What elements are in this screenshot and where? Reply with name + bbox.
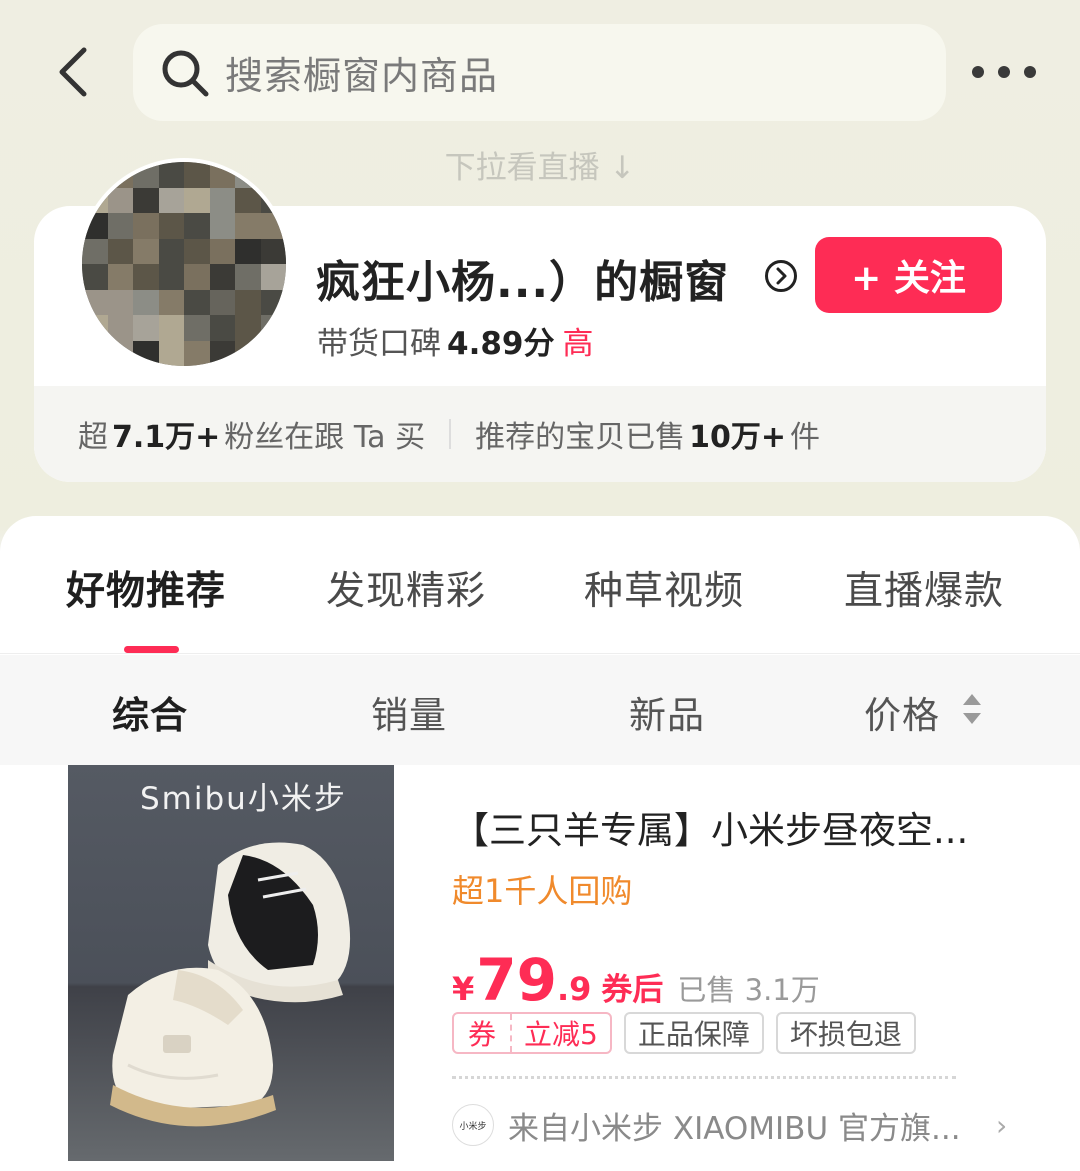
avatar-pixel <box>260 264 286 290</box>
tag-genuine: 正品保障 <box>623 1012 764 1054</box>
back-button[interactable] <box>50 42 100 102</box>
sort-bar: 综合 销量 新品 价格 <box>0 655 1080 765</box>
shop-rating: 带货口碑 4.89分高 <box>317 326 594 362</box>
shop-stats: 超 7.1万+ 粉丝在跟 Ta 买 推荐的宝贝已售 10万+ 件 <box>34 386 1046 482</box>
tab-live-hits[interactable]: 直播爆款 <box>844 560 1004 616</box>
chevron-right-circle-icon[interactable] <box>764 259 798 293</box>
rebuy-badge: 超1千人回购 <box>452 872 633 910</box>
tab-bar: 好物推荐 发现精彩 种草视频 直播爆款 <box>0 540 1080 650</box>
avatar-pixel <box>82 264 108 290</box>
avatar-pixel <box>209 187 235 213</box>
divider <box>0 653 1080 654</box>
avatar-pixel <box>133 238 159 264</box>
avatar-pixel <box>235 289 261 315</box>
avatar-pixel <box>184 162 210 188</box>
coupon-tag[interactable]: 券 立减5 <box>452 1012 612 1054</box>
sort-new[interactable]: 新品 <box>629 685 705 739</box>
rating-value: 4.89分 <box>447 326 555 362</box>
avatar-pixel <box>107 213 133 239</box>
avatar-pixel <box>107 187 133 213</box>
sort-arrows-icon[interactable] <box>962 692 982 726</box>
avatar-pixel <box>107 264 133 290</box>
sneakers-illustration <box>110 842 351 1127</box>
avatar-pixel <box>209 264 235 290</box>
avatar-pixel <box>184 238 210 264</box>
more-button[interactable] <box>972 58 1036 86</box>
product-title[interactable]: 【三只羊专属】小米步昼夜空... <box>452 800 1012 854</box>
tab-recommend[interactable]: 好物推荐 <box>66 560 226 616</box>
sold-count: 10万+ <box>689 420 786 455</box>
avatar-pixel <box>133 187 159 213</box>
avatar-pixel <box>107 238 133 264</box>
avatar-pixel <box>107 289 133 315</box>
divider <box>449 419 452 449</box>
search-icon <box>162 50 209 96</box>
search-bar[interactable]: 搜索橱窗内商品 <box>133 24 946 121</box>
search-placeholder: 搜索橱窗内商品 <box>225 54 499 98</box>
product-tags: 券 立减5 正品保障 坏损包退 <box>452 1012 916 1054</box>
avatar-pixel <box>235 238 261 264</box>
rating-level: 高 <box>562 326 594 362</box>
dotted-divider <box>452 1076 956 1079</box>
tab-active-indicator <box>124 646 179 653</box>
avatar[interactable] <box>78 158 290 370</box>
tab-discover[interactable]: 发现精彩 <box>326 560 486 616</box>
sort-price[interactable]: 价格 <box>864 685 940 739</box>
avatar-pixel <box>184 213 210 239</box>
price-note: 券后 <box>601 972 664 1008</box>
more-dots-icon <box>972 66 984 78</box>
sort-sales[interactable]: 销量 <box>371 685 447 739</box>
avatar-pixel <box>184 264 210 290</box>
avatar-pixel <box>235 315 261 341</box>
avatar-pixel <box>260 238 286 264</box>
sort-overall[interactable]: 综合 <box>112 685 188 739</box>
store-logo: 小米步 <box>452 1104 494 1146</box>
avatar-pixel <box>107 315 133 341</box>
avatar-pixel <box>184 187 210 213</box>
avatar-pixel <box>209 315 235 341</box>
tag-damage-return: 坏损包退 <box>775 1012 916 1054</box>
avatar-pixel <box>184 289 210 315</box>
price-row: ¥ 79 .9 券后 已售 3.1万 <box>452 946 820 1014</box>
avatar-pixel <box>133 264 159 290</box>
store-source-text: 来自小米步 XIAOMIBU 官方旗... <box>508 1110 961 1147</box>
shop-name[interactable]: 疯狂小杨...）的橱窗 <box>316 246 729 310</box>
chevron-right-icon: › <box>996 1108 1008 1142</box>
product-image[interactable]: Smibu小米步 <box>68 765 394 1161</box>
avatar-pixel <box>158 162 184 188</box>
price-decimal: .9 <box>556 970 592 1008</box>
avatar-pixel <box>158 238 184 264</box>
chevron-left-icon <box>59 47 87 97</box>
avatar-pixel <box>235 264 261 290</box>
tab-videos[interactable]: 种草视频 <box>584 560 744 616</box>
avatar-pixel <box>133 213 159 239</box>
avatar-pixel <box>133 315 159 341</box>
avatar-pixel <box>235 187 261 213</box>
avatar-pixel <box>209 213 235 239</box>
avatar-pixel <box>235 213 261 239</box>
avatar-pixel <box>158 187 184 213</box>
avatar-pixel <box>184 315 210 341</box>
avatar-pixel <box>209 238 235 264</box>
avatar-pixel <box>158 213 184 239</box>
coupon-label: 券 <box>454 1014 513 1052</box>
avatar-pixel <box>209 289 235 315</box>
avatar-pixel <box>158 264 184 290</box>
price-currency: ¥ <box>452 970 475 1008</box>
coupon-value: 立减5 <box>524 1018 598 1051</box>
sold-count-label: 已售 3.1万 <box>677 973 820 1007</box>
avatar-pixel <box>158 340 184 366</box>
avatar-pixel <box>184 340 210 366</box>
avatar-pixel <box>133 289 159 315</box>
fans-count: 7.1万+ <box>112 420 221 455</box>
follow-button[interactable]: + 关注 <box>815 237 1002 313</box>
price-integer: 79 <box>476 946 557 1014</box>
avatar-pixel <box>158 289 184 315</box>
avatar-pixel <box>158 315 184 341</box>
avatar-pixel <box>82 238 108 264</box>
store-link[interactable]: 小米步 来自小米步 XIAOMIBU 官方旗... › <box>452 1102 1022 1148</box>
